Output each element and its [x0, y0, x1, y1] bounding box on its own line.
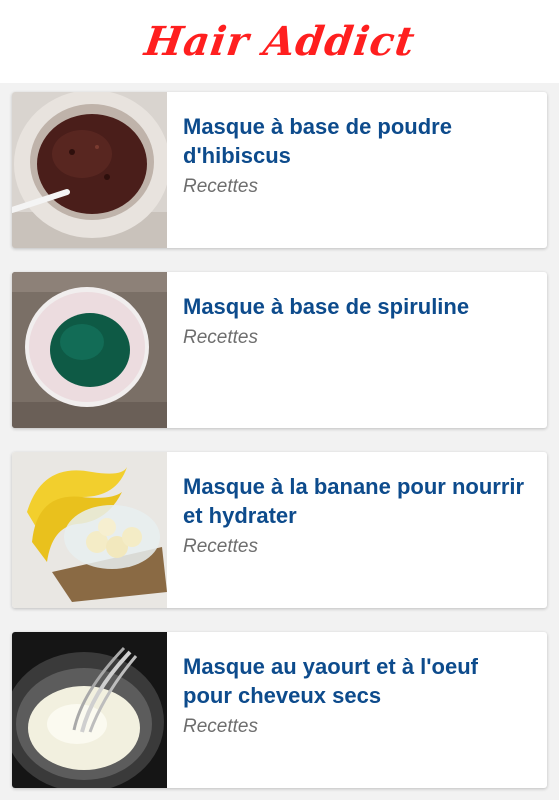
banana-mask-photo	[12, 452, 167, 608]
article-category: Recettes	[183, 176, 258, 197]
article-card[interactable]: Masque au yaourt et à l'oeuf pour cheveu…	[12, 632, 547, 788]
article-category: Recettes	[183, 536, 258, 557]
hibiscus-mask-photo	[12, 92, 167, 248]
article-card[interactable]: Masque à base de poudre d'hibiscus Recet…	[12, 92, 547, 248]
article-category: Recettes	[183, 716, 258, 737]
article-title[interactable]: Masque à base de poudre d'hibiscus	[183, 112, 531, 170]
article-title[interactable]: Masque à base de spiruline	[183, 292, 469, 321]
article-title[interactable]: Masque à la banane pour nourrir et hydra…	[183, 472, 531, 530]
app-logo[interactable]: Hair Addict	[141, 18, 418, 65]
article-card[interactable]: Masque à base de spiruline Recettes	[12, 272, 547, 428]
article-card[interactable]: Masque à la banane pour nourrir et hydra…	[12, 452, 547, 608]
article-title[interactable]: Masque au yaourt et à l'oeuf pour cheveu…	[183, 652, 531, 710]
app-header: Hair Addict	[0, 0, 559, 83]
article-category: Recettes	[183, 327, 258, 348]
yogurt-egg-mask-photo	[12, 632, 167, 788]
spirulina-mask-photo	[12, 272, 167, 428]
